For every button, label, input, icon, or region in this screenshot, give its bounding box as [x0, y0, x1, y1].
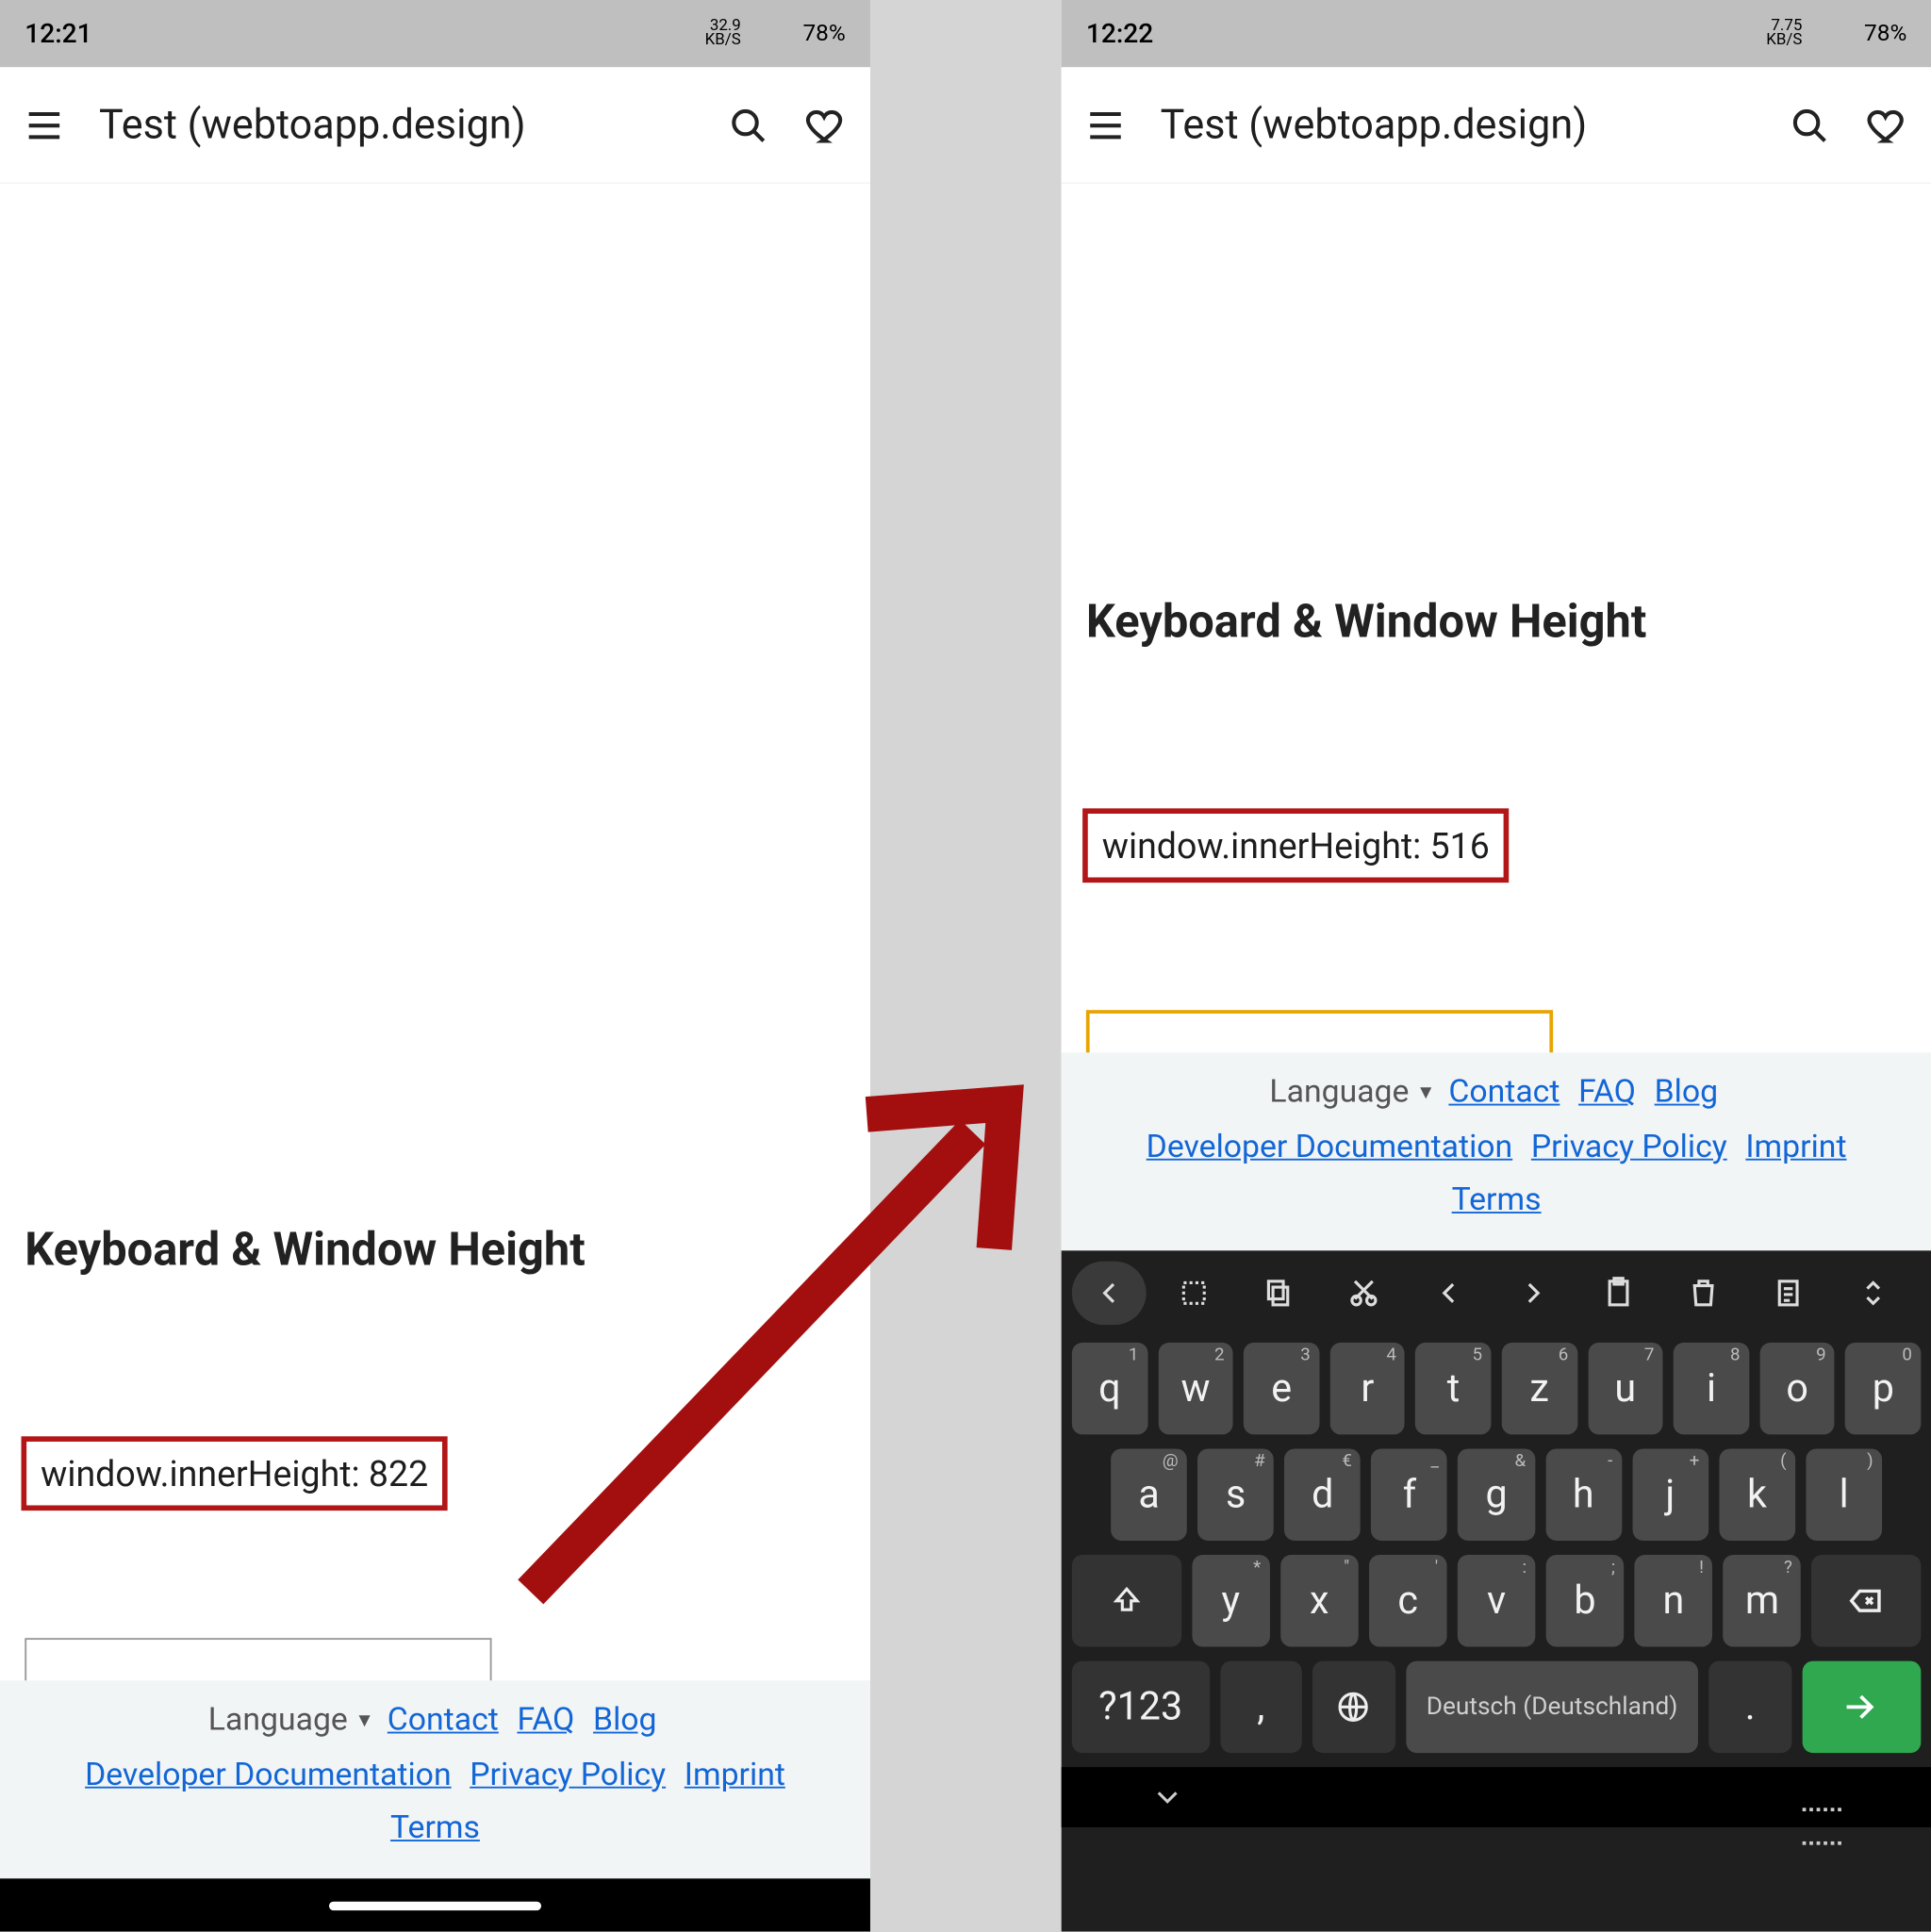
status-netspeed: 32.9KB/S	[705, 20, 741, 48]
nav-bar[interactable]	[0, 1878, 870, 1931]
key-y[interactable]: y*	[1192, 1555, 1270, 1647]
kb-arrow-right-icon[interactable]	[1496, 1262, 1571, 1326]
search-icon[interactable]	[725, 102, 771, 148]
key-period[interactable]: .	[1709, 1661, 1791, 1754]
kb-delete-icon[interactable]	[1666, 1262, 1741, 1326]
key-n[interactable]: n!	[1635, 1555, 1713, 1647]
status-battery: 78%	[1864, 21, 1906, 47]
menu-icon[interactable]	[1082, 102, 1129, 148]
section-title: Keyboard & Window Height	[1062, 596, 1931, 649]
menu-icon[interactable]	[22, 102, 68, 148]
footer-link-terms[interactable]: Terms	[1452, 1182, 1542, 1219]
key-shift[interactable]	[1072, 1555, 1181, 1647]
footer-link-imprint[interactable]: Imprint	[685, 1757, 785, 1793]
kb-collapse-left-icon[interactable]	[1072, 1262, 1147, 1326]
footer-link-contact[interactable]: Contact	[388, 1702, 499, 1739]
nav-pill-icon	[329, 1901, 541, 1909]
status-time: 12:22	[1086, 18, 1153, 50]
key-globe[interactable]	[1312, 1661, 1395, 1754]
key-comma[interactable]: ,	[1220, 1661, 1302, 1754]
content: Keyboard & Window Height window.innerHei…	[1062, 184, 1931, 1931]
language-selector[interactable]: Language ▼	[208, 1695, 374, 1749]
key-c[interactable]: c'	[1369, 1555, 1447, 1647]
footer-link-imprint[interactable]: Imprint	[1745, 1129, 1846, 1165]
footer: Language ▼ Contact FAQ Blog Developer Do…	[0, 1681, 870, 1879]
key-t[interactable]: t5	[1416, 1343, 1492, 1435]
keyboard-toolbar	[1062, 1250, 1931, 1335]
status-netspeed: 7.75KB/S	[1766, 20, 1802, 48]
screenshot-left: 12:21 32.9KB/S 78% T	[0, 0, 870, 1932]
chevron-down-icon	[1149, 1779, 1185, 1815]
chevron-down-icon: ▼	[1416, 1078, 1435, 1111]
kb-cut-icon[interactable]	[1327, 1262, 1401, 1326]
key-enter[interactable]	[1802, 1661, 1921, 1754]
keyboard-collapse-bar[interactable]	[1062, 1767, 1931, 1827]
key-g[interactable]: g&	[1459, 1448, 1535, 1541]
keyboard-switch-icon	[1801, 1785, 1843, 1809]
heart-icon[interactable]	[1864, 102, 1910, 148]
footer-link-faq[interactable]: FAQ	[1578, 1074, 1636, 1111]
search-icon[interactable]	[1787, 102, 1833, 148]
screenshot-right: 12:22 7.75KB/S 78% T	[1062, 0, 1931, 1932]
status-bar: 12:21 32.9KB/S 78%	[0, 0, 870, 67]
key-h[interactable]: h-	[1545, 1448, 1622, 1541]
key-j[interactable]: j+	[1632, 1448, 1708, 1541]
key-i[interactable]: i8	[1674, 1343, 1749, 1435]
kb-copy-icon[interactable]	[1242, 1262, 1316, 1326]
key-m[interactable]: m?	[1724, 1555, 1802, 1647]
key-k[interactable]: k(	[1719, 1448, 1795, 1541]
key-e[interactable]: e3	[1244, 1343, 1319, 1435]
key-o[interactable]: o9	[1759, 1343, 1835, 1435]
app-bar: Test (webtoapp.design)	[0, 67, 870, 184]
content: Keyboard & Window Height window.innerHei…	[0, 184, 870, 1878]
footer-link-privacy[interactable]: Privacy Policy	[470, 1757, 666, 1793]
key-a[interactable]: a@	[1111, 1448, 1187, 1541]
key-b[interactable]: b;	[1546, 1555, 1625, 1647]
status-battery: 78%	[802, 21, 845, 47]
chevron-down-icon: ▼	[355, 1706, 373, 1739]
footer-link-privacy[interactable]: Privacy Policy	[1531, 1129, 1727, 1165]
key-v[interactable]: v:	[1458, 1555, 1536, 1647]
status-bar: 12:22 7.75KB/S 78%	[1062, 0, 1931, 67]
kb-paste-icon[interactable]	[1581, 1262, 1656, 1326]
key-q[interactable]: q1	[1072, 1343, 1147, 1435]
key-p[interactable]: p0	[1845, 1343, 1921, 1435]
key-r[interactable]: r4	[1329, 1343, 1405, 1435]
inner-height-readout: window.innerHeight: 822	[22, 1436, 448, 1511]
footer-link-faq[interactable]: FAQ	[517, 1702, 574, 1739]
footer-link-contact[interactable]: Contact	[1448, 1074, 1560, 1111]
key-x[interactable]: x"	[1280, 1555, 1359, 1647]
key-z[interactable]: z6	[1502, 1343, 1577, 1435]
kb-select-all-icon[interactable]	[1157, 1262, 1231, 1326]
footer-link-blog[interactable]: Blog	[593, 1702, 656, 1739]
key-d[interactable]: d€	[1284, 1448, 1361, 1541]
app-bar: Test (webtoapp.design)	[1062, 67, 1931, 184]
key-numbers[interactable]: ?123	[1072, 1661, 1210, 1754]
section-title: Keyboard & Window Height	[0, 1224, 870, 1277]
app-title: Test (webtoapp.design)	[99, 101, 693, 149]
key-f[interactable]: f_	[1372, 1448, 1448, 1541]
key-u[interactable]: u7	[1588, 1343, 1663, 1435]
key-l[interactable]: l)	[1806, 1448, 1882, 1541]
language-selector[interactable]: Language ▼	[1269, 1067, 1435, 1121]
footer-link-terms[interactable]: Terms	[390, 1810, 480, 1847]
soft-keyboard[interactable]: q1w2e3r4t5z6u7i8o9p0 a@s#d€f_g&h-j+k(l) …	[1062, 1250, 1931, 1931]
key-backspace[interactable]	[1812, 1555, 1922, 1647]
kb-clipboard-icon[interactable]	[1751, 1262, 1825, 1326]
kb-updown-icon[interactable]	[1836, 1262, 1910, 1326]
kb-arrow-left-icon[interactable]	[1411, 1262, 1486, 1326]
heart-icon[interactable]	[803, 102, 850, 148]
key-w[interactable]: w2	[1158, 1343, 1233, 1435]
status-time: 12:21	[25, 18, 91, 50]
footer-link-blog[interactable]: Blog	[1655, 1074, 1718, 1111]
footer-link-devdoc[interactable]: Developer Documentation	[85, 1757, 452, 1793]
footer: Language ▼ Contact FAQ Blog Developer Do…	[1062, 1053, 1931, 1251]
key-s[interactable]: s#	[1197, 1448, 1274, 1541]
footer-link-devdoc[interactable]: Developer Documentation	[1147, 1129, 1513, 1165]
inner-height-readout: window.innerHeight: 516	[1082, 808, 1509, 883]
key-space[interactable]: Deutsch (Deutschland)	[1406, 1661, 1699, 1754]
app-title: Test (webtoapp.design)	[1161, 101, 1755, 149]
